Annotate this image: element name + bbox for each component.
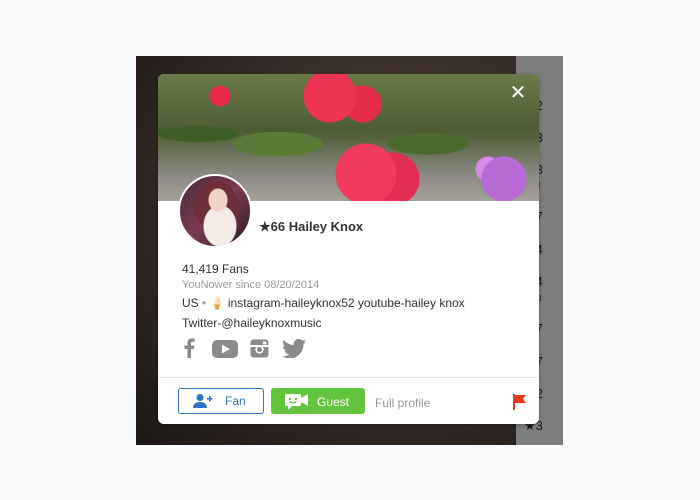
fan-count: 41,419 Fans xyxy=(182,262,249,276)
twitter-icon[interactable] xyxy=(282,339,306,363)
fan-button-label: Fan xyxy=(225,394,246,408)
add-user-icon xyxy=(193,393,213,412)
instagram-icon[interactable] xyxy=(250,339,269,363)
avatar[interactable] xyxy=(178,174,252,248)
bio-text: instagram-haileyknox52 youtube-hailey kn… xyxy=(227,296,465,310)
bio-separator: • xyxy=(202,296,207,310)
facebook-icon[interactable] xyxy=(182,338,196,363)
full-profile-link[interactable]: Full profile xyxy=(375,396,430,410)
profile-name: ★66 Hailey Knox xyxy=(259,219,364,234)
guest-button[interactable]: Guest xyxy=(271,388,365,414)
youtube-icon[interactable] xyxy=(212,340,238,363)
member-since: YouNower since 08/20/2014 xyxy=(182,279,320,291)
divider xyxy=(158,377,539,378)
ice-cream-icon: 🍦 xyxy=(209,296,225,310)
bio-line: US • 🍦 instagram-haileyknox52 youtube-ha… xyxy=(182,296,465,310)
bio-country: US xyxy=(182,296,199,310)
report-flag-icon[interactable] xyxy=(513,394,527,415)
close-button[interactable]: ✕ xyxy=(507,82,529,104)
bio-line: Twitter-@haileyknoxmusic xyxy=(182,316,322,330)
profile-card: ✕ ★66 Hailey Knox 41,419 Fans YouNower s… xyxy=(158,74,539,424)
fan-button[interactable]: Fan xyxy=(178,388,264,414)
guest-button-label: Guest xyxy=(317,395,350,409)
video-chat-icon xyxy=(285,393,309,413)
